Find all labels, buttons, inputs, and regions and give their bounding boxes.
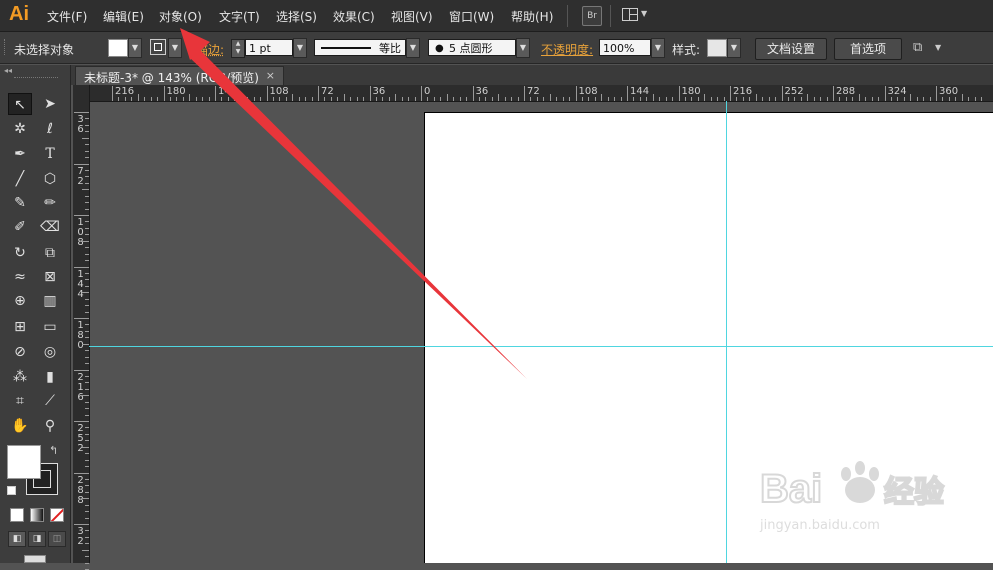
baidu-watermark-logo: Bai 经验 jingyan.baidu.com — [759, 458, 990, 540]
watermark-url: jingyan.baidu.com — [760, 518, 880, 533]
svg-text:Bai: Bai — [760, 467, 822, 511]
baidu-paw-icon: Bai 经验 — [759, 461, 945, 512]
svg-text:经验: 经验 — [884, 475, 944, 509]
